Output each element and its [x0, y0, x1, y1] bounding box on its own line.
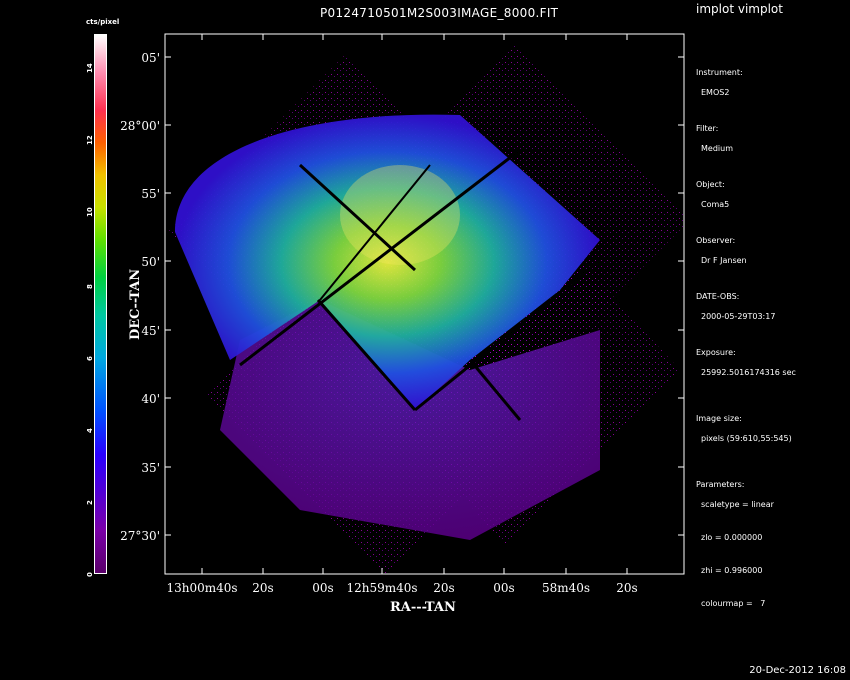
instrument-value: EMOS2 [701, 88, 730, 97]
detector-image [168, 45, 684, 574]
x-tick-label: 20s [252, 581, 273, 595]
x-tick-label: 13h00m40s [166, 581, 237, 595]
y-axis-label: DEC--TAN [128, 268, 143, 340]
x-tick-label: 58m40s [542, 581, 590, 595]
x-tick-label: 00s [493, 581, 514, 595]
y-tick-label: 05' [141, 51, 160, 65]
x-tick-label: 12h59m40s [346, 581, 417, 595]
param-colourmap: colourmap = 7 [701, 599, 766, 608]
y-tick-label: 35' [141, 461, 160, 475]
date-value: 2000-05-29T03:17 [701, 312, 776, 321]
date-label: DATE-OBS: [696, 292, 740, 301]
size-value: pixels (59:610,55:545) [701, 434, 792, 443]
instrument-label: Instrument: [696, 68, 743, 77]
size-label: Image size: [696, 414, 742, 423]
timestamp: 20-Dec-2012 16:08 [749, 665, 846, 676]
object-label: Object: [696, 180, 725, 189]
exposure-value: 25992.5016174316 sec [701, 368, 796, 377]
y-tick-label: 28°00' [120, 119, 160, 133]
exposure-label: Exposure: [696, 348, 736, 357]
y-tick-label: 50' [141, 255, 160, 269]
param-scaletype: scaletype = linear [701, 500, 774, 509]
x-axis-label: RA---TAN [390, 600, 456, 615]
y-tick-label: 55' [141, 187, 160, 201]
x-tick-label: 20s [616, 581, 637, 595]
info-panel: Instrument: EMOS2 Filter: Medium Object:… [696, 58, 796, 619]
filter-label: Filter: [696, 124, 719, 133]
y-tick-label: 45' [141, 324, 160, 338]
x-tick-label: 00s [312, 581, 333, 595]
observer-label: Observer: [696, 236, 736, 245]
object-value: Coma5 [701, 200, 730, 209]
param-zlo: zlo = 0.000000 [701, 533, 763, 542]
x-tick-label: 20s [433, 581, 454, 595]
param-zhi: zhi = 0.996000 [701, 566, 763, 575]
filter-value: Medium [701, 144, 733, 153]
observer-value: Dr F Jansen [701, 256, 747, 265]
y-tick-label: 40' [141, 392, 160, 406]
y-tick-label: 27°30' [120, 529, 160, 543]
params-label: Parameters: [696, 480, 745, 489]
